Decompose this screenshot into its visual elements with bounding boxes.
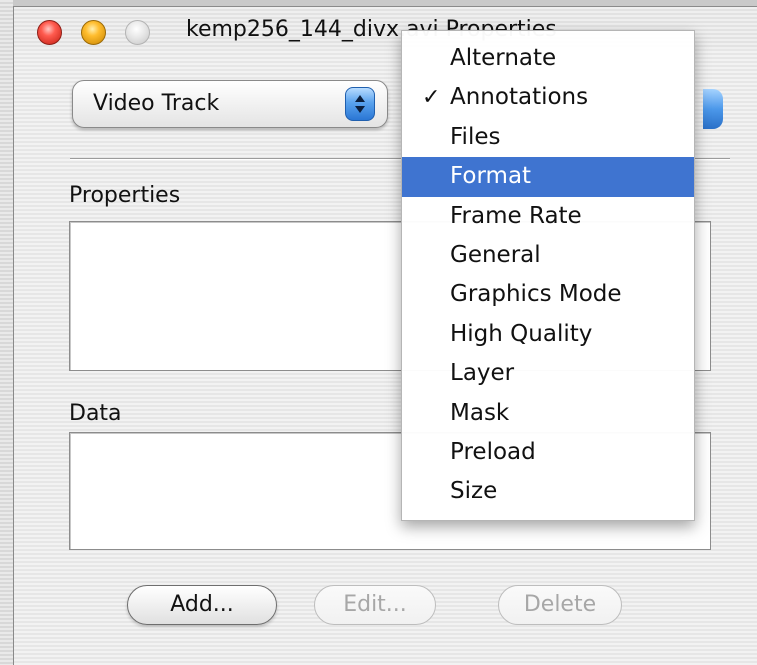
property-menu: Alternate ✓ Annotations Files Format Fra…	[401, 30, 695, 521]
menu-item-layer[interactable]: Layer	[402, 354, 694, 393]
menu-item-label: High Quality	[450, 320, 593, 347]
menu-item-alternate[interactable]: Alternate	[402, 39, 694, 78]
menu-item-format[interactable]: Format	[402, 157, 694, 197]
menu-item-high-quality[interactable]: High Quality	[402, 315, 694, 354]
menu-item-label: Format	[450, 163, 532, 190]
menu-item-mask[interactable]: Mask	[402, 394, 694, 433]
property-popup-arrows-icon[interactable]	[703, 89, 723, 129]
data-label: Data	[69, 401, 122, 426]
menu-item-label: Alternate	[450, 45, 557, 71]
check-icon: ✓	[422, 85, 441, 111]
menu-item-size[interactable]: Size	[402, 472, 694, 511]
menu-item-label: General	[450, 241, 541, 268]
zoom-icon	[125, 20, 150, 45]
menu-item-label: Files	[450, 123, 501, 150]
popup-arrows-icon	[345, 87, 375, 121]
desktop-background	[0, 0, 13, 665]
menu-item-preload[interactable]: Preload	[402, 433, 694, 472]
delete-button[interactable]: Delete	[498, 585, 622, 625]
menu-item-general[interactable]: General	[402, 236, 694, 275]
menu-item-label: Frame Rate	[450, 202, 582, 229]
menu-item-label: Mask	[450, 399, 510, 426]
menu-item-annotations[interactable]: ✓ Annotations	[402, 78, 694, 117]
close-icon[interactable]	[37, 20, 62, 45]
menu-item-graphics-mode[interactable]: Graphics Mode	[402, 275, 694, 314]
track-popup-button[interactable]: Video Track	[72, 80, 388, 128]
track-popup-label: Video Track	[93, 91, 220, 116]
menu-item-frame-rate[interactable]: Frame Rate	[402, 197, 694, 236]
menu-item-label: Preload	[450, 438, 536, 465]
menu-item-label: Size	[450, 478, 498, 505]
menu-item-label: Annotations	[450, 84, 589, 111]
menu-item-label: Layer	[450, 360, 515, 387]
properties-label: Properties	[69, 183, 181, 208]
menu-item-label: Graphics Mode	[450, 281, 622, 308]
menu-item-files[interactable]: Files	[402, 118, 694, 157]
add-button[interactable]: Add...	[127, 585, 277, 625]
minimize-icon[interactable]	[81, 20, 106, 45]
edit-button[interactable]: Edit...	[314, 585, 436, 625]
